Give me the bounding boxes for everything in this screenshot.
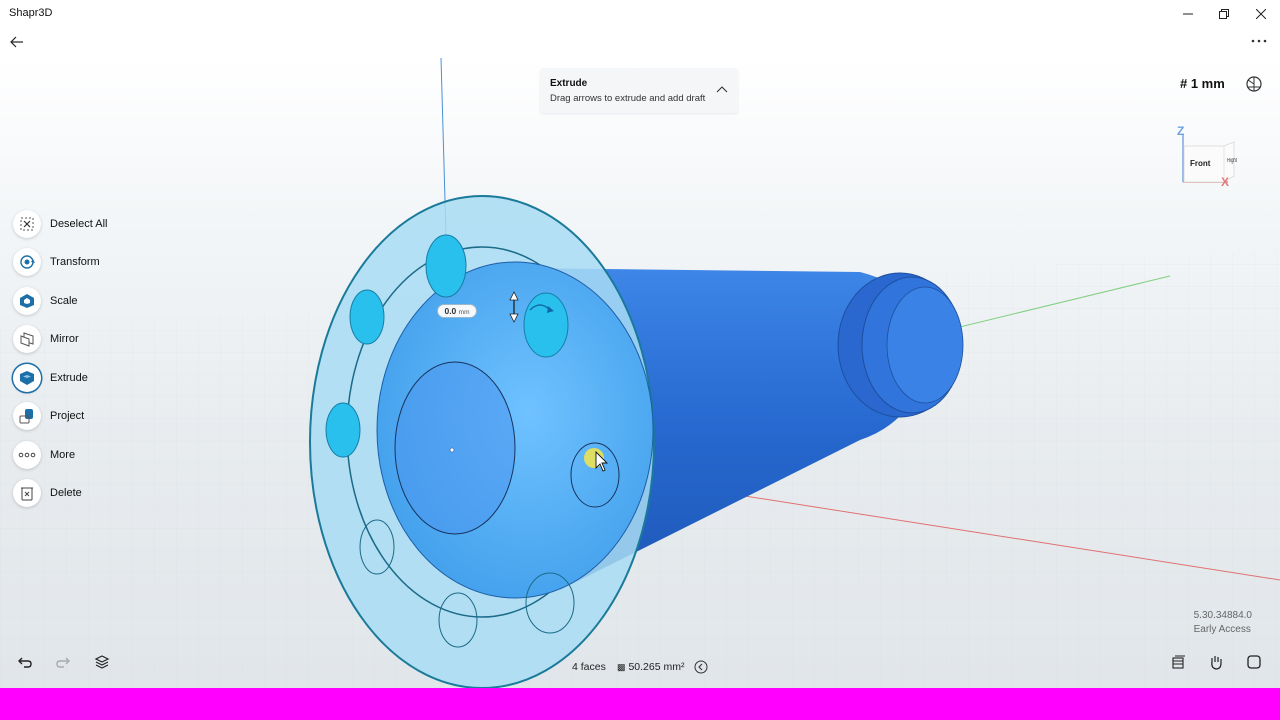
tool-project[interactable]: Project [13,402,84,430]
rounded-square-icon [1247,655,1261,669]
tool-label: More [50,449,76,461]
view-cube[interactable]: Z X Front Right [1172,124,1244,196]
hand-tool-button[interactable] [1205,651,1227,673]
hint-collapse-button[interactable] [714,81,730,97]
tool-label: Deselect All [50,218,108,230]
chevron-left-circle-icon [694,660,708,674]
undo-button[interactable] [14,651,36,673]
app-top-bar [0,28,1280,58]
area-icon: ▩ [617,662,626,672]
tool-delete[interactable]: Delete [13,479,82,507]
view-cube-right-face[interactable]: Right [1227,158,1237,164]
selection-face-count: 4 faces [572,661,606,673]
transform-icon [13,248,41,276]
version-info: 5.30.34884.0 Early Access [1194,609,1252,637]
minimize-icon [1183,13,1193,15]
app-title: Shapr3D [9,7,53,19]
layers-button[interactable] [91,651,113,673]
tool-deselect-all[interactable]: Deselect All [13,210,107,238]
view-cube-x-label: X [1221,175,1230,189]
tool-label: Mirror [50,333,79,345]
tool-mirror[interactable]: Mirror [13,325,79,353]
grid-size-indicator[interactable]: # 1 mm [1180,76,1225,91]
more-options-button[interactable] [1248,30,1270,52]
scale-icon [13,287,41,315]
hint-title: Extrude [550,78,588,89]
redo-button[interactable] [52,651,74,673]
selection-area: ▩ 50.265 mm² [617,661,684,673]
tool-label: Project [50,410,85,422]
tool-label: Scale [50,295,78,307]
close-icon [1256,9,1266,19]
selection-info-button[interactable] [691,657,711,677]
view-cube-z-label: Z [1177,124,1185,138]
layers-icon [94,655,110,669]
cube-stack-icon [1172,655,1185,669]
deselect-all-icon [13,210,41,238]
restore-icon [1219,9,1229,19]
overlay-bar [0,688,1280,720]
restore-button[interactable] [1206,2,1242,26]
hint-subtitle: Drag arrows to extrude and add draft [550,93,706,104]
fullscreen-button[interactable] [1243,651,1265,673]
tool-label: Transform [50,256,100,268]
visibility-button[interactable] [1167,651,1189,673]
tool-more[interactable]: More [13,441,75,469]
view-mode-button[interactable] [1244,74,1264,94]
delete-icon [13,479,41,507]
extrude-icon [13,364,41,392]
tool-extrude[interactable]: Extrude [13,364,88,392]
back-button[interactable] [6,31,28,53]
minimize-button[interactable] [1170,2,1206,26]
selection-area-value: 50.265 mm² [628,661,685,673]
3d-viewport[interactable]: 0.0 mm Extrude Drag arrows to extrude an… [0,58,1280,688]
more-horizontal-icon [1251,39,1267,43]
hand-icon [1211,656,1222,670]
perspective-cube-icon [1246,76,1262,92]
view-cube-front-face[interactable]: Front [1190,159,1210,168]
close-button[interactable] [1243,2,1279,26]
redo-icon [56,657,70,668]
undo-icon [18,657,32,668]
tool-label: Delete [50,487,82,499]
chevron-up-icon [716,86,728,93]
version-channel: Early Access [1193,624,1251,635]
extrude-hint-card: Extrude Drag arrows to extrude and add d… [540,68,738,113]
project-icon [13,402,41,430]
back-arrow-icon [10,36,23,48]
tool-label: Extrude [50,372,88,384]
title-bar: Shapr3D [0,0,1280,28]
more-dots-icon [13,441,41,469]
version-number: 5.30.34884.0 [1193,610,1252,621]
extrude-distance-value: 0.0 [444,306,457,316]
front-face[interactable] [376,261,654,599]
extrude-distance-tag[interactable]: 0.0 mm [437,304,477,318]
extrude-distance-unit: mm [458,309,470,316]
tool-transform[interactable]: Transform [13,248,100,276]
tool-scale[interactable]: Scale [13,287,78,315]
mirror-icon [13,325,41,353]
scene-canvas[interactable] [0,58,1280,688]
